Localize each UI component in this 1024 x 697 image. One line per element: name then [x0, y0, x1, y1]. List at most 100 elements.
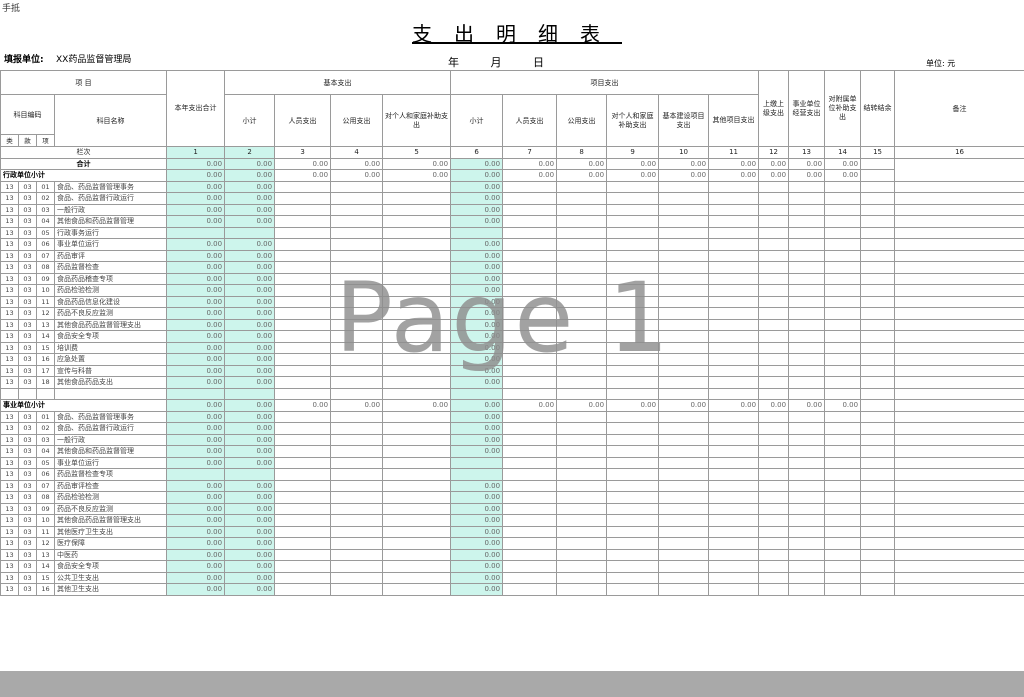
class-code-cell[interactable]: 13: [0, 341, 19, 354]
empty-value-cell[interactable]: [788, 261, 826, 274]
empty-value-cell[interactable]: [824, 525, 862, 538]
subsidy-cell[interactable]: [382, 215, 452, 228]
empty-value-cell[interactable]: [658, 180, 710, 193]
basic-subtotal-cell[interactable]: [224, 226, 276, 239]
empty-value-cell[interactable]: [606, 571, 660, 584]
remark-cell[interactable]: [894, 525, 1024, 538]
empty-value-cell[interactable]: [556, 261, 608, 274]
project-subtotal-cell[interactable]: 0.00: [450, 364, 504, 377]
empty-value-cell[interactable]: [708, 307, 760, 320]
remark-cell[interactable]: [894, 226, 1024, 239]
section-value-cell[interactable]: 0.00: [606, 399, 660, 412]
empty-value-cell[interactable]: [502, 479, 558, 492]
project-subtotal-cell[interactable]: 0.00: [450, 192, 504, 205]
empty-value-cell[interactable]: [658, 491, 710, 504]
basic-subtotal-cell[interactable]: 0.00: [224, 502, 276, 515]
item-code-cell[interactable]: 05: [36, 456, 55, 469]
empty-value-cell[interactable]: [502, 433, 558, 446]
empty-value-cell[interactable]: [860, 479, 896, 492]
section-code-cell[interactable]: 03: [18, 330, 37, 343]
empty-value-cell[interactable]: [860, 445, 896, 458]
empty-value-cell[interactable]: [824, 284, 862, 297]
class-code-cell[interactable]: 13: [0, 468, 19, 481]
section-code-cell[interactable]: 03: [18, 548, 37, 561]
spacer-cell[interactable]: [166, 387, 226, 400]
empty-value-cell[interactable]: [758, 468, 790, 481]
basic-subtotal-cell[interactable]: 0.00: [224, 238, 276, 251]
empty-value-cell[interactable]: [606, 548, 660, 561]
empty-value-cell[interactable]: [658, 560, 710, 573]
section-value-cell[interactable]: 0.00: [382, 399, 452, 412]
public-cell[interactable]: [330, 433, 384, 446]
subsidy-cell[interactable]: [382, 514, 452, 527]
personnel-cell[interactable]: [274, 295, 332, 308]
item-code-cell[interactable]: 11: [36, 525, 55, 538]
empty-value-cell[interactable]: [758, 548, 790, 561]
section-code-cell[interactable]: 03: [18, 226, 37, 239]
section-code-cell[interactable]: 03: [18, 502, 37, 515]
class-code-cell[interactable]: 13: [0, 330, 19, 343]
remark-cell[interactable]: [894, 445, 1024, 458]
section-code-cell[interactable]: 03: [18, 272, 37, 285]
empty-value-cell[interactable]: [556, 318, 608, 331]
project-subtotal-cell[interactable]: 0.00: [450, 537, 504, 550]
section-remark-cell[interactable]: [860, 399, 896, 412]
section-value-cell[interactable]: 0.00: [708, 399, 760, 412]
subsidy-cell[interactable]: [382, 330, 452, 343]
item-code-cell[interactable]: 17: [36, 364, 55, 377]
subsidy-cell[interactable]: [382, 491, 452, 504]
empty-value-cell[interactable]: [556, 571, 608, 584]
personnel-cell[interactable]: [274, 479, 332, 492]
total-expenditure-cell[interactable]: 0.00: [166, 479, 226, 492]
empty-value-cell[interactable]: [502, 422, 558, 435]
empty-value-cell[interactable]: [860, 215, 896, 228]
item-code-cell[interactable]: 09: [36, 272, 55, 285]
empty-value-cell[interactable]: [658, 445, 710, 458]
empty-value-cell[interactable]: [758, 583, 790, 596]
public-cell[interactable]: [330, 445, 384, 458]
empty-value-cell[interactable]: [658, 341, 710, 354]
empty-value-cell[interactable]: [708, 583, 760, 596]
empty-value-cell[interactable]: [758, 215, 790, 228]
subject-name-cell[interactable]: 其他食品药品支出: [53, 376, 168, 389]
subject-name-cell[interactable]: 药品不良反应监测: [53, 502, 168, 515]
public-cell[interactable]: [330, 318, 384, 331]
class-code-cell[interactable]: 13: [0, 272, 19, 285]
empty-value-cell[interactable]: [502, 272, 558, 285]
subsidy-cell[interactable]: [382, 318, 452, 331]
subject-name-cell[interactable]: 药品审评检查: [53, 479, 168, 492]
section-code-cell[interactable]: 03: [18, 479, 37, 492]
subsidy-cell[interactable]: [382, 307, 452, 320]
empty-value-cell[interactable]: [606, 491, 660, 504]
empty-value-cell[interactable]: [824, 272, 862, 285]
remark-cell[interactable]: [894, 491, 1024, 504]
empty-value-cell[interactable]: [788, 364, 826, 377]
total-expenditure-cell[interactable]: 0.00: [166, 341, 226, 354]
empty-value-cell[interactable]: [758, 295, 790, 308]
empty-value-cell[interactable]: [708, 318, 760, 331]
project-subtotal-cell[interactable]: 0.00: [450, 272, 504, 285]
public-cell[interactable]: [330, 548, 384, 561]
empty-value-cell[interactable]: [606, 364, 660, 377]
basic-subtotal-cell[interactable]: 0.00: [224, 410, 276, 423]
empty-value-cell[interactable]: [824, 445, 862, 458]
empty-value-cell[interactable]: [556, 364, 608, 377]
empty-value-cell[interactable]: [788, 548, 826, 561]
item-code-cell[interactable]: 06: [36, 238, 55, 251]
personnel-cell[interactable]: [274, 514, 332, 527]
class-code-cell[interactable]: 13: [0, 445, 19, 458]
empty-value-cell[interactable]: [824, 560, 862, 573]
empty-value-cell[interactable]: [860, 330, 896, 343]
total-expenditure-cell[interactable]: 0.00: [166, 261, 226, 274]
empty-value-cell[interactable]: [860, 456, 896, 469]
empty-value-cell[interactable]: [860, 433, 896, 446]
subject-name-cell[interactable]: 一般行政: [53, 203, 168, 216]
total-expenditure-cell[interactable]: 0.00: [166, 548, 226, 561]
empty-value-cell[interactable]: [502, 571, 558, 584]
item-code-cell[interactable]: 13: [36, 318, 55, 331]
section-value-cell[interactable]: 0.00: [758, 399, 790, 412]
empty-value-cell[interactable]: [556, 422, 608, 435]
subsidy-cell[interactable]: [382, 192, 452, 205]
empty-value-cell[interactable]: [556, 376, 608, 389]
basic-subtotal-cell[interactable]: 0.00: [224, 445, 276, 458]
